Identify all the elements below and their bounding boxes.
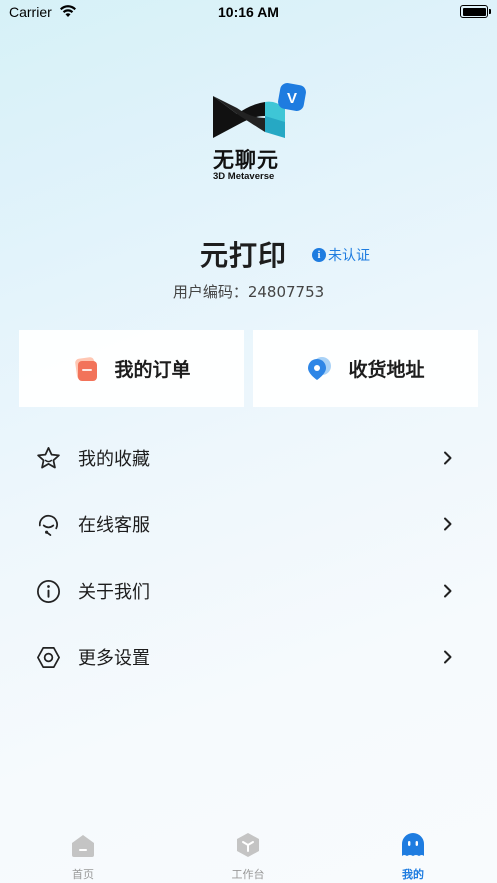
chevron-right-icon — [444, 451, 452, 465]
shipping-address-card[interactable]: 收货地址 — [253, 330, 478, 407]
battery-icon — [460, 5, 491, 18]
menu-label-customer-service: 在线客服 — [78, 515, 150, 536]
tab-label-mine: 我的 — [402, 868, 424, 881]
menu-label-favorites: 我的收藏 — [78, 449, 150, 470]
chevron-right-icon — [444, 650, 452, 664]
logo-sub-text: 3D Metaverse — [213, 171, 275, 182]
logo-badge: V — [287, 90, 297, 107]
info-icon — [37, 579, 60, 603]
verify-status-text: 未认证 — [328, 248, 370, 264]
menu-label-about-us: 关于我们 — [78, 582, 150, 603]
shipping-address-label: 收货地址 — [348, 359, 425, 381]
chevron-right-icon — [444, 517, 452, 531]
menu-item-more-settings[interactable]: 更多设置 — [0, 624, 497, 690]
settings-hex-icon — [37, 646, 60, 668]
tab-label-home: 首页 — [72, 868, 94, 881]
profile-ghost-icon — [402, 833, 424, 856]
username: 元打印 — [200, 239, 288, 272]
tab-label-workbench: 工作台 — [231, 868, 265, 881]
my-orders-card[interactable]: 我的订单 — [19, 330, 244, 407]
logo-brand-text: 无聊元 — [213, 148, 279, 172]
menu-item-customer-service[interactable]: 在线客服 — [0, 491, 497, 557]
orders-icon — [75, 356, 98, 381]
user-code: 用户编码：24807753 — [172, 283, 325, 301]
info-badge-icon: i — [312, 248, 326, 262]
my-orders-label: 我的订单 — [114, 359, 191, 381]
tab-mine[interactable]: 我的 — [373, 831, 453, 882]
menu-item-about-us[interactable]: 关于我们 — [0, 558, 497, 624]
chevron-right-icon — [444, 584, 452, 598]
tab-bar: 首页 工作台 我的 — [0, 823, 497, 883]
status-bar: Carrier 10:16 AM — [0, 0, 497, 26]
clock: 10:16 AM — [218, 4, 279, 20]
verify-status-link[interactable]: i 未认证 — [312, 245, 370, 265]
cube-icon — [237, 833, 259, 857]
headset-icon — [38, 514, 58, 536]
menu-item-favorites[interactable]: 我的收藏 — [0, 425, 497, 491]
tab-home[interactable]: 首页 — [43, 831, 123, 882]
tab-workbench[interactable]: 工作台 — [208, 831, 288, 882]
home-icon — [72, 835, 94, 857]
menu-label-more-settings: 更多设置 — [78, 648, 150, 669]
location-pin-icon — [308, 356, 332, 380]
star-icon — [37, 446, 60, 468]
